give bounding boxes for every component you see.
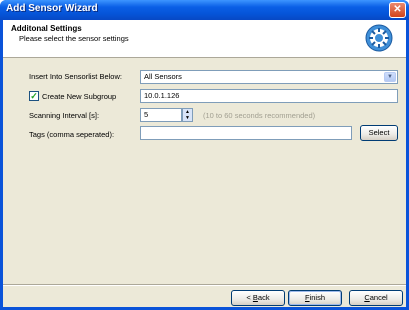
subgroup-checkbox[interactable]: ✓ xyxy=(29,91,39,101)
wizard-gear-icon xyxy=(365,24,393,52)
interval-input[interactable]: 5 xyxy=(140,108,182,122)
finish-rest: inish xyxy=(309,293,326,302)
cancel-button[interactable]: Cancel xyxy=(349,290,403,306)
subgroup-name-value: 10.0.1.126 xyxy=(144,91,180,100)
subgroup-label: Create New Subgroup xyxy=(42,92,117,101)
interval-label: Scanning Interval [s]: xyxy=(29,111,100,120)
subgroup-name-input[interactable]: 10.0.1.126 xyxy=(140,89,398,103)
header-subtitle: Please select the sensor settings xyxy=(19,34,129,43)
footer-separator xyxy=(3,284,406,286)
interval-hint: (10 to 60 seconds recommended) xyxy=(203,111,316,120)
sensorlist-select[interactable]: All Sensors ▼ xyxy=(140,70,398,84)
dialog-body: Additonal Settings Please select the sen… xyxy=(3,20,406,307)
insert-label: Insert Into Sensorlist Below: xyxy=(29,72,122,81)
spin-down-icon[interactable]: ▼ xyxy=(183,115,192,121)
cancel-rest: ancel xyxy=(369,293,388,302)
header-title: Additonal Settings xyxy=(11,24,82,33)
tags-input[interactable] xyxy=(140,126,352,140)
back-rest: ack xyxy=(257,293,270,302)
wizard-window: Add Sensor Wizard ✕ Additonal Settings P… xyxy=(0,0,409,310)
wizard-header: Additonal Settings Please select the sen… xyxy=(3,20,406,58)
sensorlist-select-value: All Sensors xyxy=(144,72,182,81)
finish-button[interactable]: Finish xyxy=(288,290,342,306)
close-icon: ✕ xyxy=(393,4,402,15)
window-title: Add Sensor Wizard xyxy=(6,3,98,14)
back-button[interactable]: < Back xyxy=(231,290,285,306)
close-button[interactable]: ✕ xyxy=(389,2,406,18)
title-bar[interactable]: Add Sensor Wizard ✕ xyxy=(0,0,409,20)
tags-label: Tags (comma seperated): xyxy=(29,130,115,139)
interval-value: 5 xyxy=(144,110,149,119)
chevron-down-icon[interactable]: ▼ xyxy=(384,72,396,82)
select-tags-button[interactable]: Select xyxy=(360,125,398,141)
interval-spinner[interactable]: ▲ ▼ xyxy=(182,108,193,122)
